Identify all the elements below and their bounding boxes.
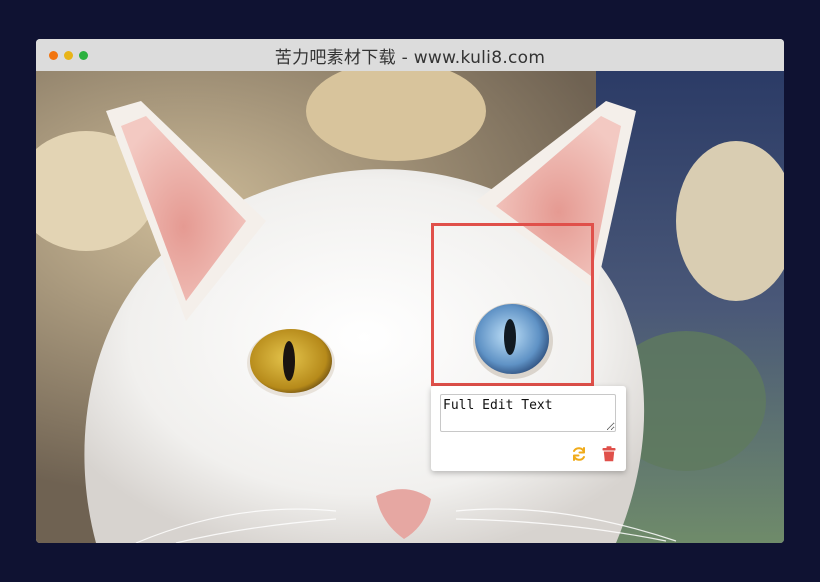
close-window-button[interactable] <box>49 51 58 60</box>
window-controls <box>49 51 88 60</box>
trash-icon <box>602 446 616 462</box>
popup-actions <box>570 445 618 463</box>
refresh-button[interactable] <box>570 445 588 463</box>
cat-photo-illustration <box>36 71 784 543</box>
window-title: 苦力吧素材下载 - www.kuli8.com <box>274 47 546 68</box>
cat-photo[interactable] <box>36 71 784 543</box>
annotation-selection-box[interactable] <box>431 223 594 386</box>
title-bar: 苦力吧素材下载 - www.kuli8.com <box>36 39 784 71</box>
delete-button[interactable] <box>600 445 618 463</box>
browser-window: 苦力吧素材下载 - www.kuli8.com <box>36 39 784 543</box>
refresh-icon <box>573 447 585 461</box>
annotation-text-input[interactable] <box>440 394 616 432</box>
maximize-window-button[interactable] <box>79 51 88 60</box>
minimize-window-button[interactable] <box>64 51 73 60</box>
annotation-editor-popup <box>431 386 626 471</box>
